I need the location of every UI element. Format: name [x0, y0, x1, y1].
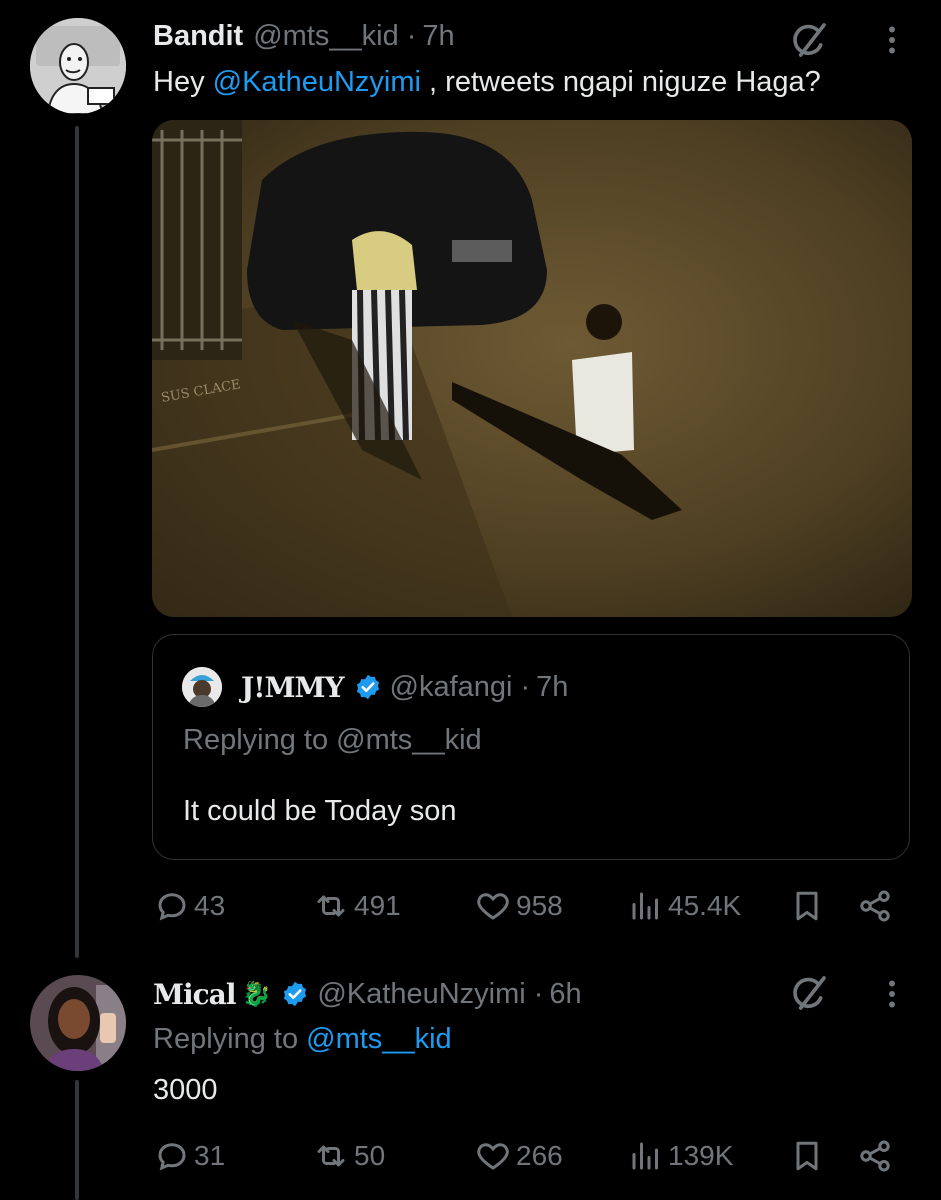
grok-slash-icon[interactable] — [789, 973, 829, 1013]
like-button[interactable]: 958 — [474, 888, 563, 924]
avatar[interactable] — [30, 18, 126, 114]
quoted-header: J!MMY @kafangi · 7h — [241, 667, 568, 707]
retweet-icon — [312, 888, 350, 924]
reply-replying-to-prefix: Replying to — [153, 1023, 307, 1055]
like-count: 266 — [516, 1140, 563, 1171]
like-icon — [474, 1138, 512, 1174]
tweet-text-prefix: Hey — [153, 66, 213, 98]
tweet-media-image[interactable]: SUS CLACE — [152, 120, 912, 617]
mention-link[interactable]: @KatheuNzyimi — [213, 66, 421, 98]
share-icon[interactable] — [857, 1138, 893, 1174]
reply-count: 31 — [194, 1140, 226, 1171]
views-button[interactable]: 45.4K — [628, 888, 741, 924]
reply-replying-to: Replying to @mts__kid — [153, 1023, 452, 1056]
verified-badge-icon — [281, 980, 309, 1008]
reply-replying-to-handle[interactable]: @mts__kid — [306, 1023, 451, 1055]
thread-line — [75, 126, 79, 958]
like-count: 958 — [516, 890, 563, 921]
reply-button[interactable]: 43 — [154, 888, 225, 924]
author-name[interactable]: Bandit — [153, 20, 243, 53]
reply-author-name[interactable]: Mical — [153, 978, 236, 1011]
quoted-author-handle[interactable]: @kafangi — [390, 671, 513, 704]
reply-text: 3000 — [153, 1074, 218, 1106]
dragon-emoji: 🐉 — [241, 980, 272, 1008]
views-count: 45.4K — [668, 890, 742, 921]
like-icon — [474, 888, 512, 924]
timestamp[interactable]: 7h — [422, 20, 454, 53]
views-button[interactable]: 139K — [628, 1138, 733, 1174]
tweet-header: Bandit @mts__kid · 7h — [153, 16, 455, 56]
retweet-icon — [312, 1138, 350, 1174]
retweet-button[interactable]: 491 — [312, 888, 401, 924]
quoted-avatar[interactable] — [182, 667, 222, 707]
quoted-text: It could be Today son — [183, 795, 457, 827]
quoted-separator-dot: · — [520, 670, 531, 703]
separator-dot: · — [406, 19, 417, 52]
tweet-text-suffix: , retweets ngapi niguze Haga? — [420, 66, 821, 98]
share-icon[interactable] — [857, 888, 893, 924]
verified-badge-icon — [354, 673, 382, 701]
reply-author-handle[interactable]: @KatheuNzyimi — [317, 978, 525, 1011]
reply-icon — [154, 888, 190, 924]
reply-timestamp[interactable]: 6h — [549, 978, 581, 1011]
grok-slash-icon[interactable] — [789, 20, 829, 60]
more-vertical-icon[interactable] — [874, 976, 910, 1012]
reply-count: 43 — [194, 890, 226, 921]
views-count: 139K — [668, 1140, 734, 1171]
quoted-author-name[interactable]: J!MMY — [241, 671, 345, 704]
quoted-replying-to: Replying to @mts__kid — [183, 724, 482, 757]
quoted-timestamp[interactable]: 7h — [536, 671, 568, 704]
tweet-text: Hey @KatheuNzyimi , retweets ngapi niguz… — [153, 66, 821, 99]
retweet-count: 50 — [354, 1140, 386, 1171]
reply-header: Mical 🐉 @KatheuNzyimi · 6h — [153, 973, 582, 1015]
more-vertical-icon[interactable] — [874, 22, 910, 58]
thread-line-continue — [75, 1080, 79, 1200]
views-icon — [628, 888, 664, 924]
quoted-replying-to-handle[interactable]: @mts__kid — [336, 724, 481, 756]
retweet-button[interactable]: 50 — [312, 1138, 385, 1174]
reply-separator-dot: · — [533, 977, 544, 1010]
quoted-replying-to-prefix: Replying to — [183, 724, 337, 756]
bookmark-icon[interactable] — [789, 888, 825, 924]
retweet-count: 491 — [354, 890, 401, 921]
quoted-tweet[interactable]: J!MMY @kafangi · 7h Replying to @mts__ki… — [152, 634, 910, 860]
like-button[interactable]: 266 — [474, 1138, 563, 1174]
reply-icon — [154, 1138, 190, 1174]
reply-avatar[interactable] — [30, 975, 126, 1071]
author-handle[interactable]: @mts__kid — [253, 20, 398, 53]
bookmark-icon[interactable] — [789, 1138, 825, 1174]
views-icon — [628, 1138, 664, 1174]
reply-button[interactable]: 31 — [154, 1138, 225, 1174]
